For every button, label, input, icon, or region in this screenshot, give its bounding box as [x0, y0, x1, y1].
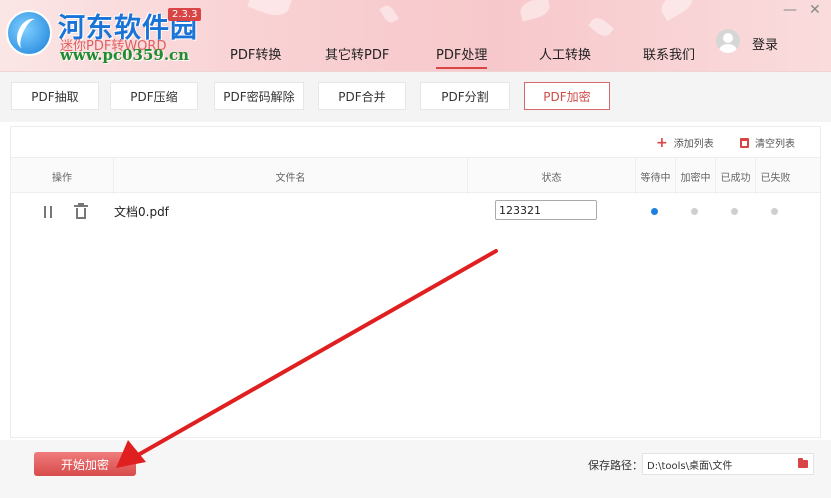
nav-pdf-convert[interactable]: PDF转换	[230, 44, 281, 63]
col-encrypting: 加密中	[675, 158, 715, 194]
table-header: 操作 文件名 状态 等待中 加密中 已成功 已失败	[11, 157, 820, 194]
close-button[interactable]: ✕	[809, 2, 821, 18]
add-list-label: 添加列表	[673, 139, 714, 150]
tab-pdf-encrypt[interactable]: PDF加密	[524, 82, 610, 110]
col-status: 状态	[467, 158, 635, 194]
petal-decoration	[657, 0, 697, 22]
status-success-indicator	[731, 208, 738, 215]
app-header: 河东软件园 2.3.3 迷你PDF转WORD www.pc0359.cn PDF…	[0, 0, 831, 72]
footer-bar: 开始加密 保存路径： D:\tools\桌面\文件	[0, 440, 831, 498]
col-success: 已成功	[715, 158, 755, 194]
folder-icon[interactable]	[798, 458, 808, 468]
add-list-button[interactable]: + 添加列表	[656, 134, 714, 151]
plus-icon: +	[656, 134, 668, 151]
petal-decoration	[247, 0, 293, 21]
pause-icon[interactable]	[43, 206, 53, 218]
col-filename: 文件名	[113, 158, 467, 194]
col-action: 操作	[52, 172, 72, 184]
save-path-field[interactable]: D:\tools\桌面\文件	[642, 453, 814, 475]
tab-pdf-extract[interactable]: PDF抽取	[11, 82, 99, 110]
status-waiting-indicator	[651, 208, 658, 215]
file-name: 文档0.pdf	[114, 205, 169, 219]
save-path-value: D:\tools\桌面\文件	[647, 460, 733, 472]
petal-decoration	[588, 14, 614, 40]
list-actions: + 添加列表 清空列表	[11, 127, 820, 157]
status-failed-indicator	[771, 208, 778, 215]
nav-pdf-process[interactable]: PDF处理	[436, 44, 488, 69]
start-encrypt-button[interactable]: 开始加密	[34, 452, 136, 476]
nav-manual-convert[interactable]: 人工转换	[539, 44, 591, 63]
nav-contact-us[interactable]: 联系我们	[643, 44, 695, 63]
col-failed: 已失败	[755, 158, 795, 194]
tab-pdf-merge[interactable]: PDF合并	[318, 82, 406, 110]
status-encrypting-indicator	[691, 208, 698, 215]
site-url: www.pc0359.cn	[60, 46, 190, 64]
tab-pdf-unlock[interactable]: PDF密码解除	[214, 82, 304, 110]
petal-decoration	[379, 3, 399, 25]
col-waiting: 等待中	[635, 158, 675, 194]
table-row: 文档0.pdf	[11, 195, 820, 227]
logo-icon	[6, 10, 52, 56]
file-list-panel: + 添加列表 清空列表 操作 文件名 状态 等待中 加密中 已成功 已失败 文档…	[10, 126, 821, 438]
tool-tabs-bar: PDF抽取 PDF压缩 PDF密码解除 PDF合并 PDF分割 PDF加密	[0, 72, 831, 122]
minimize-button[interactable]: —	[783, 2, 797, 18]
password-input[interactable]	[495, 200, 597, 220]
tab-pdf-split[interactable]: PDF分割	[420, 82, 510, 110]
avatar-icon[interactable]	[716, 29, 740, 53]
nav-other-to-pdf[interactable]: 其它转PDF	[325, 44, 389, 63]
tab-pdf-compress[interactable]: PDF压缩	[110, 82, 198, 110]
clear-list-label: 清空列表	[755, 139, 795, 150]
petal-decoration	[518, 0, 552, 22]
login-link[interactable]: 登录	[752, 34, 778, 53]
trash-icon	[740, 137, 749, 148]
delete-icon[interactable]	[74, 203, 88, 220]
clear-list-button[interactable]: 清空列表	[740, 135, 795, 150]
save-path-label: 保存路径：	[588, 459, 643, 472]
version-badge: 2.3.3	[168, 8, 202, 21]
